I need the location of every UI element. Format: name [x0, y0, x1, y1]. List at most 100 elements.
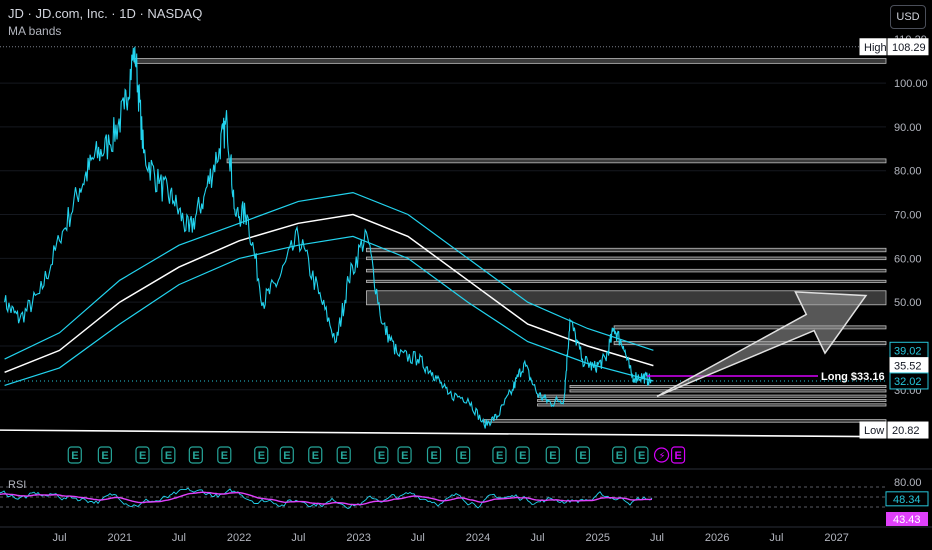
time-tick-label: 2022 [227, 532, 251, 544]
earnings-badge[interactable]: E [279, 446, 294, 464]
upcoming-earnings-letter: E [675, 450, 682, 462]
earnings-badge[interactable]: E [634, 446, 649, 464]
time-tick-label: 2026 [705, 532, 729, 544]
time-axis[interactable]: Jul 2021 Jul 2022 Jul 2023 Jul 2024 Jul 2025 Jul 20… [0, 526, 932, 544]
time-tick-label: Jul [53, 532, 67, 544]
time-tick-label: Jul [531, 532, 545, 544]
price-zone [226, 158, 887, 164]
earnings-badge[interactable]: E [492, 446, 507, 464]
earnings-badge-letter: E [616, 450, 623, 462]
price-series [4, 46, 653, 429]
price-zone [537, 403, 887, 407]
time-tick-label: 2023 [346, 532, 370, 544]
time-tick-label: Jul [172, 532, 186, 544]
price-zone [613, 341, 887, 346]
price-tick-label: 50.00 [894, 297, 922, 309]
earnings-badge-letter: E [192, 450, 199, 462]
earnings-badge[interactable]: E [575, 446, 590, 464]
time-tick-label: 2025 [586, 532, 610, 544]
earnings-badge-letter: E [579, 450, 586, 462]
price-zone [613, 325, 887, 330]
rsi-value-label: 48.34 [893, 494, 921, 506]
earnings-badge-letter: E [312, 450, 319, 462]
earnings-badge-letter: E [221, 450, 228, 462]
time-tick-label: Jul [291, 532, 305, 544]
indicator-label[interactable]: MA bands [8, 24, 61, 38]
earnings-badge[interactable]: E [135, 446, 150, 464]
rsi-line [0, 487, 653, 510]
price-chart[interactable]: Long $33.16 100.00 90.00 80.00 70.00 60.00 50… [0, 0, 932, 550]
earnings-badge-letter: E [258, 450, 265, 462]
earnings-badge[interactable]: E [254, 446, 269, 464]
price-tick-label: 80.00 [894, 166, 922, 178]
earnings-badge-letter: E [139, 450, 146, 462]
earnings-badge[interactable]: E [217, 446, 232, 464]
earnings-badge[interactable]: E [397, 446, 412, 464]
rsi-pane: 80.00 48.34 43.43 [0, 468, 932, 526]
rsi-ma-value-label: 43.43 [893, 514, 921, 526]
high-value: 108.29 [892, 42, 926, 54]
price-zone [366, 268, 887, 273]
earnings-badge[interactable]: E [515, 446, 530, 464]
earnings-badge[interactable]: E [97, 446, 112, 464]
earnings-badge[interactable]: E [188, 446, 203, 464]
horizontal-zones [0, 58, 887, 438]
price-tick-label: 90.00 [894, 122, 922, 134]
band-mid-value: 35.52 [894, 361, 922, 373]
time-tick-label: 2021 [108, 532, 132, 544]
earnings-badge-letter: E [283, 450, 290, 462]
time-tick-label: 2024 [466, 532, 490, 544]
time-tick-label: 2027 [824, 532, 848, 544]
time-tick-label: Jul [411, 532, 425, 544]
earnings-badge-letter: E [165, 450, 172, 462]
current-price-value: 32.02 [894, 376, 922, 388]
earnings-badge-letter: E [519, 450, 526, 462]
price-zone [366, 256, 887, 261]
price-line [4, 46, 653, 429]
earnings-badge-letter: E [638, 450, 645, 462]
earnings-badge-letter: E [101, 450, 108, 462]
earnings-badge[interactable]: E [336, 446, 351, 464]
price-zone [569, 385, 887, 389]
earnings-badge-letter: E [460, 450, 467, 462]
price-tick-label: 70.00 [894, 210, 922, 222]
earnings-badge[interactable]: E [308, 446, 323, 464]
price-zone [483, 419, 887, 423]
price-zone [537, 394, 887, 398]
ma-bands [4, 191, 654, 386]
price-zone [134, 58, 887, 64]
earnings-badge-letter: E [401, 450, 408, 462]
earnings-badge[interactable]: E [426, 446, 442, 464]
price-tick-label: 100.00 [894, 78, 928, 90]
low-value: 20.82 [892, 425, 920, 437]
earnings-badge-letter: E [378, 450, 385, 462]
symbol-title[interactable]: JD · JD.com, Inc. · 1D · NASDAQ [8, 6, 202, 21]
rsi-title[interactable]: RSI [8, 479, 26, 491]
earnings-badge-letter: E [71, 450, 78, 462]
earnings-badge-letter: E [431, 450, 438, 462]
earnings-badge[interactable]: E [456, 446, 471, 464]
currency-button[interactable]: USD [890, 5, 926, 29]
chart-markers: Long $33.16 [0, 291, 886, 398]
low-tag: Low [864, 425, 884, 437]
high-tag: High [864, 42, 887, 54]
price-tick-label: 60.00 [894, 253, 922, 265]
earnings-badge[interactable]: E [67, 446, 82, 464]
rsi-tick-label: 80.00 [894, 477, 922, 489]
earnings-badge-letter: E [340, 450, 347, 462]
time-tick-label: Jul [769, 532, 783, 544]
earnings-badge-letter: E [496, 450, 503, 462]
earnings-badge[interactable]: E [612, 446, 627, 464]
earnings-badge-letter: E [549, 450, 556, 462]
price-zone [537, 399, 887, 403]
earnings-badge[interactable]: E [545, 446, 560, 464]
earnings-badge[interactable]: E [161, 446, 176, 464]
time-tick-label: Jul [650, 532, 664, 544]
earnings-badge[interactable]: E [374, 446, 389, 464]
earnings-events[interactable]: E E E E E E E E E E E E E E E E E E E E ⚡ E [67, 446, 686, 464]
band-upper-value: 39.02 [894, 345, 922, 357]
lightning-glyph: ⚡ [659, 451, 666, 462]
price-zone [366, 247, 887, 253]
price-zone [569, 389, 887, 393]
support-trendline [0, 429, 887, 438]
